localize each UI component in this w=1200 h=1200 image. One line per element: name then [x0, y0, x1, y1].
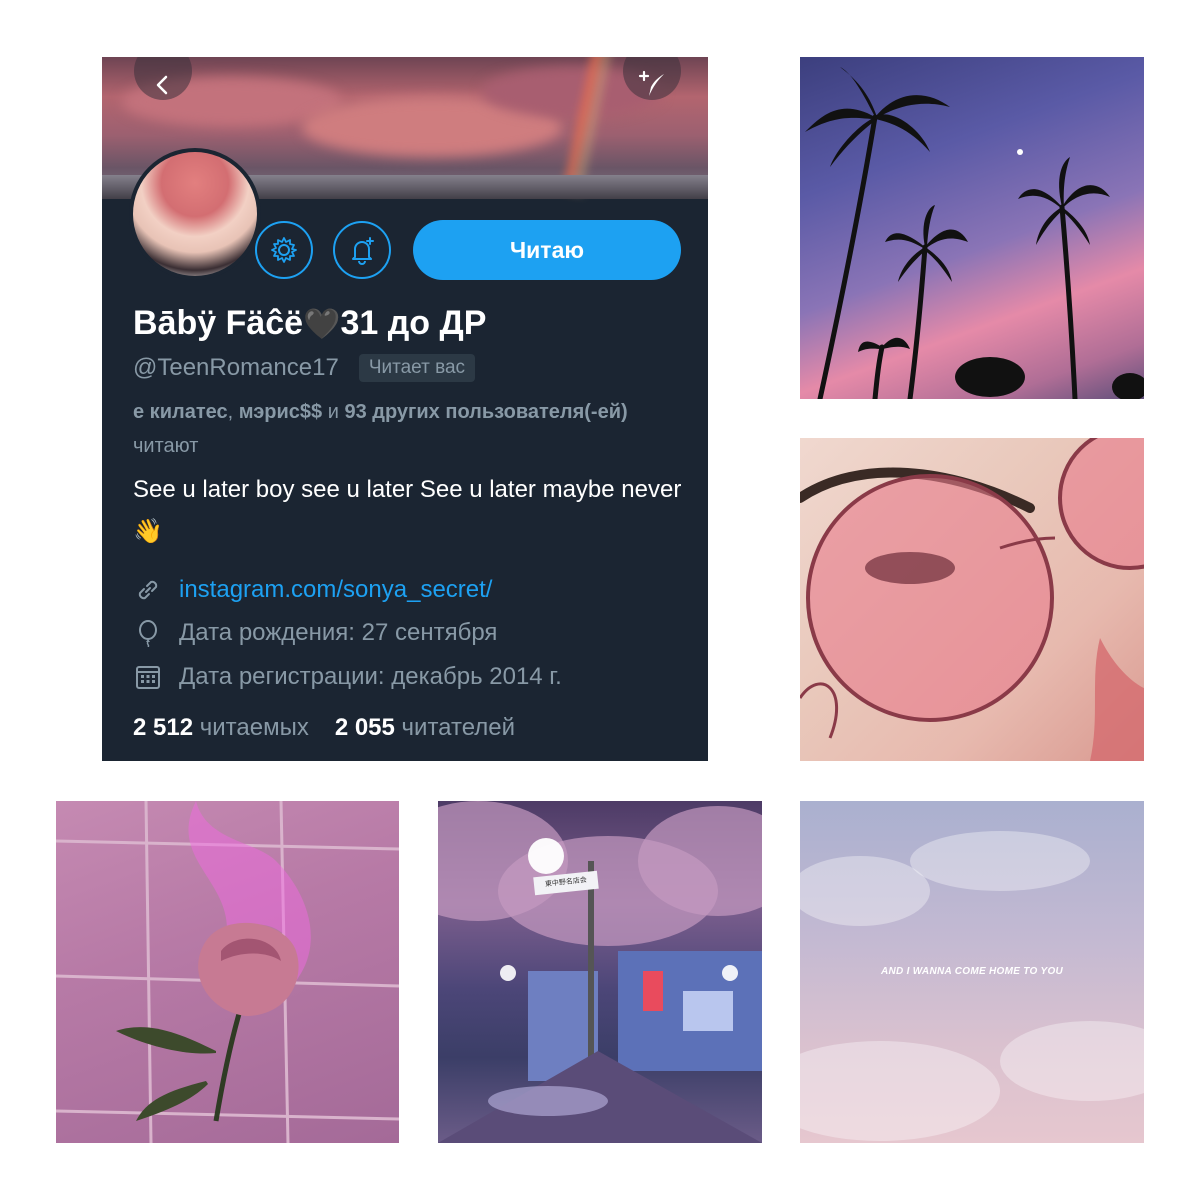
follow-stats: 2 512 читаемых 2 055 читателей: [133, 714, 515, 742]
bio: See u later boy see u later See u later …: [133, 469, 693, 553]
following-stat[interactable]: 2 512 читаемых: [133, 714, 309, 742]
following-count: 2 512: [133, 714, 194, 741]
joined-date-text: Дата регистрации: декабрь 2014 г.: [179, 663, 562, 690]
display-name-suffix: 31 до ДР: [340, 304, 487, 342]
avatar[interactable]: [133, 152, 257, 276]
cherry-blossom-street-photo: 東中野名店会: [438, 801, 762, 1143]
settings-button[interactable]: [255, 221, 313, 279]
following-label: читаемых: [199, 714, 309, 741]
calendar-icon: [133, 662, 163, 692]
balloon-icon: [133, 618, 163, 648]
display-name: Bābÿ Fäĉë🖤31 до ДР: [133, 304, 486, 343]
sky-quote-photo: AND I WANNA COME HOME TO YOU: [800, 801, 1144, 1143]
palm-trees-photo: [800, 57, 1144, 399]
other-followers[interactable]: 93 других пользователя(-ей): [344, 401, 627, 423]
followed-by-text[interactable]: е килатес, мэрис$$ и 93 других пользоват…: [133, 395, 693, 463]
compose-feather-icon: [638, 70, 664, 96]
handle: @TeenRomance17: [133, 354, 339, 381]
follower-name-1[interactable]: е килатес: [133, 401, 228, 423]
gear-icon: [271, 237, 297, 263]
followers-count: 2 055: [334, 714, 395, 741]
notifications-button[interactable]: [333, 221, 391, 279]
twitter-profile-card: Читаю Bābÿ Fäĉë🖤31 до ДР @TeenRomance17 …: [102, 57, 708, 761]
pink-glasses-photo: [800, 438, 1144, 761]
bio-text: See u later boy see u later See u later …: [133, 476, 682, 503]
bell-plus-icon: [352, 237, 374, 265]
burning-rose-photo: [56, 801, 399, 1143]
follows-you-badge: Читает вас: [358, 354, 476, 382]
black-heart-emoji: 🖤: [303, 308, 341, 341]
quote-text: AND I WANNA COME HOME TO YOU: [880, 966, 1064, 977]
website-link[interactable]: instagram.com/sonya_secret/: [179, 576, 492, 604]
chevron-left-icon: [156, 75, 168, 95]
display-name-text: Bābÿ Fäĉë: [133, 304, 304, 342]
joined-row: Дата регистрации: декабрь 2014 г.: [133, 662, 562, 692]
birthday-row: Дата рождения: 27 сентября: [133, 618, 497, 648]
avatar-ring: [129, 148, 261, 280]
following-button[interactable]: Читаю: [413, 220, 681, 280]
followers-stat[interactable]: 2 055 читателей: [335, 714, 515, 742]
handle-row: @TeenRomance17 Читает вас: [133, 354, 476, 382]
follower-name-2[interactable]: мэрис$$: [239, 401, 322, 423]
waving-hand-emoji: 👋: [133, 518, 163, 545]
link-icon: [133, 575, 163, 605]
birthday-text: Дата рождения: 27 сентября: [179, 619, 498, 646]
website-row[interactable]: instagram.com/sonya_secret/: [133, 575, 492, 605]
followers-label: читателей: [401, 714, 516, 741]
